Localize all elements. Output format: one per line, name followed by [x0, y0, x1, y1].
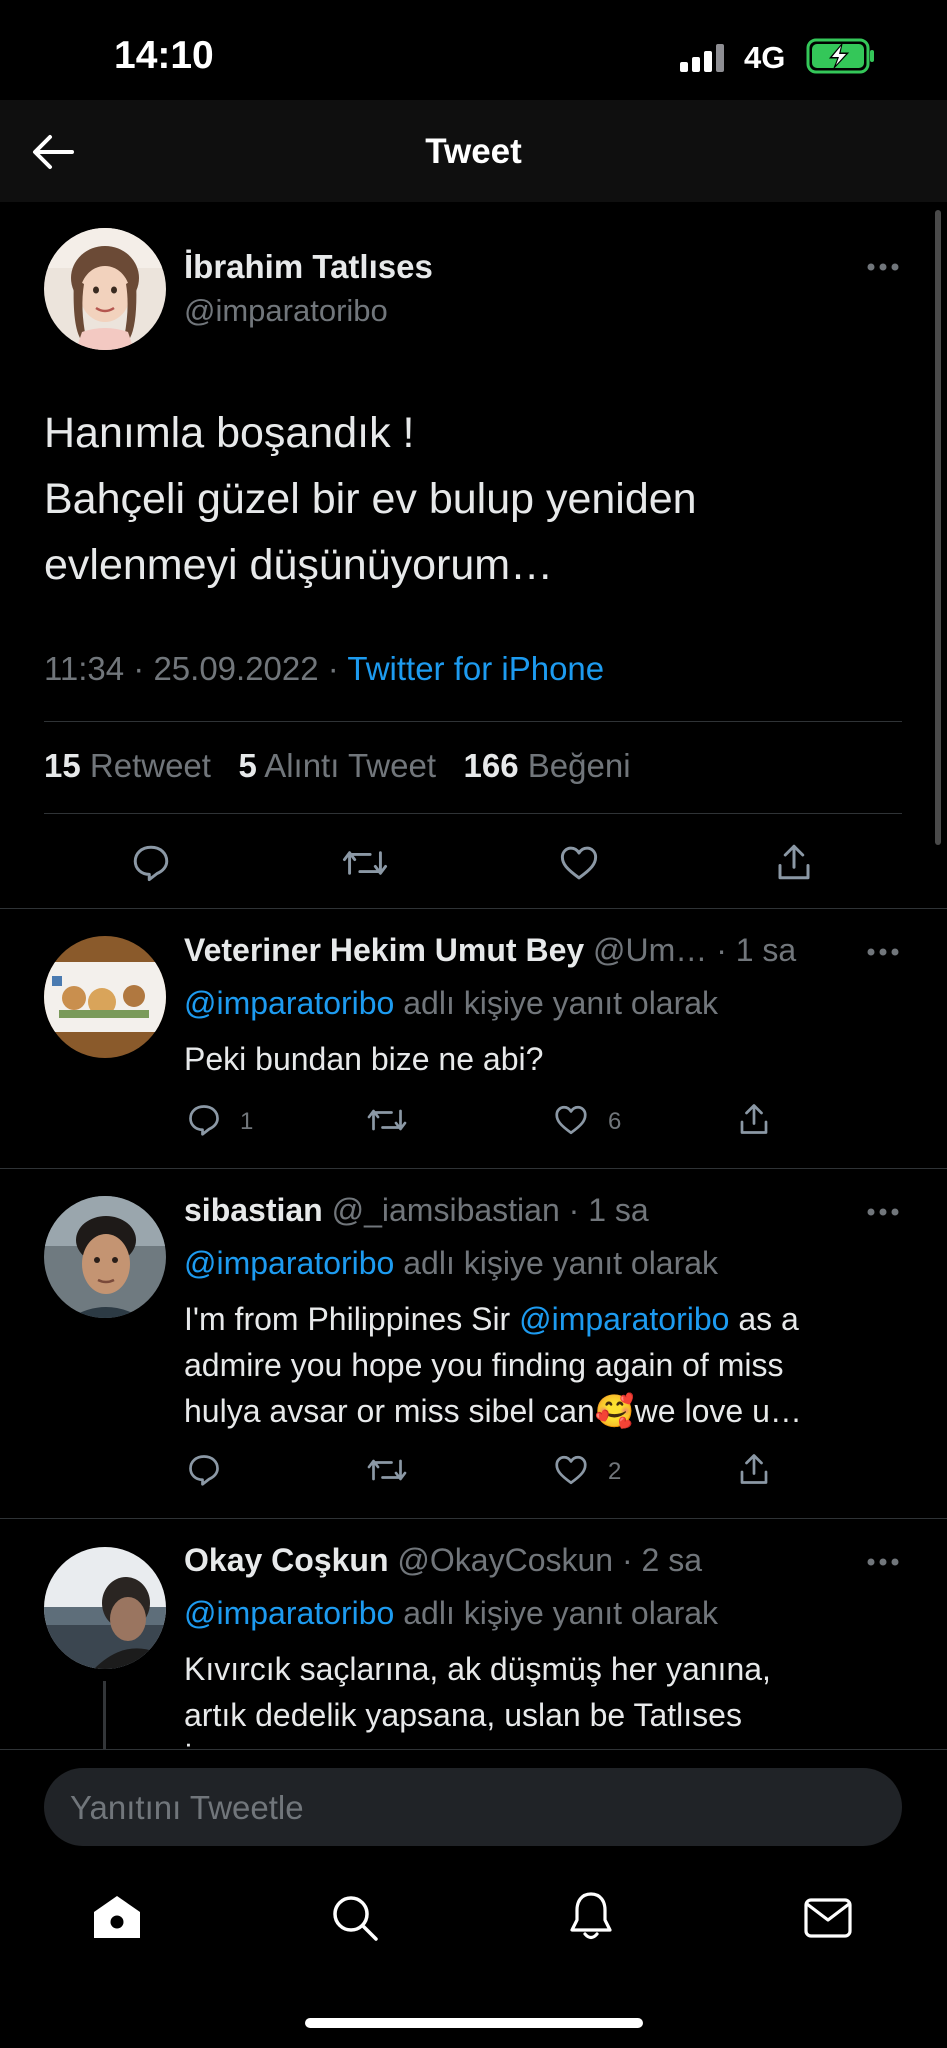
reply-author-meta[interactable]: @Um… · 1 sa [593, 932, 796, 968]
author-avatar[interactable] [44, 228, 166, 350]
reply-header: Okay Coşkun @OkayCoskun · 2 sa [184, 1542, 702, 1579]
notifications-icon[interactable] [568, 1890, 614, 1942]
tweet-timestamp: 11:34 · 25.09.2022 · [44, 650, 348, 687]
status-time: 14:10 [114, 34, 214, 77]
page-title: Tweet [425, 132, 522, 171]
reply-text: Peki bundan bize ne abi? [184, 1041, 544, 1077]
reply-author-name[interactable]: Veteriner Hekim Umut Bey [184, 932, 584, 968]
reply-icon[interactable] [186, 1102, 222, 1138]
reply-count: 1 [240, 1108, 254, 1135]
network-type: 4G [744, 40, 786, 75]
mention-link[interactable]: @imparatoribo [519, 1301, 729, 1337]
search-icon[interactable] [331, 1894, 379, 1942]
divider [44, 813, 902, 814]
quote-stat[interactable]: 5 Alıntı Tweet [238, 747, 436, 784]
reply-icon[interactable] [186, 1452, 222, 1488]
mention-link[interactable]: @imparatoribo [184, 1245, 394, 1281]
reply-avatar[interactable] [44, 936, 166, 1058]
more-options-icon[interactable] [866, 1207, 900, 1217]
signal-icon [680, 44, 730, 72]
reply-3-clip: Okay Coşkun @OkayCoskun · 2 sa @imparato… [0, 1519, 947, 1749]
tweet-line: evlenmeyi düşünüyorum… [44, 541, 554, 589]
more-options-icon[interactable] [866, 947, 900, 957]
home-icon[interactable] [92, 1894, 142, 1940]
like-icon[interactable] [558, 842, 600, 884]
messages-icon[interactable] [804, 1898, 852, 1938]
tweet-stats: 15 Retweet 5 Alıntı Tweet 166 Beğeni [44, 747, 631, 785]
more-options-icon[interactable] [866, 1557, 900, 1567]
tweet-line: Bahçeli güzel bir ev bulup yeniden [44, 475, 697, 523]
share-icon[interactable] [736, 1450, 772, 1488]
like-count: 6 [608, 1108, 622, 1135]
divider [0, 1168, 947, 1169]
like-count: 2 [608, 1458, 622, 1485]
reply-header: sibastian @_iamsibastian · 1 sa [184, 1192, 649, 1229]
home-indicator[interactable] [305, 2018, 643, 2028]
share-icon[interactable] [736, 1100, 772, 1138]
reply-icon[interactable] [130, 842, 172, 884]
more-options-icon[interactable] [866, 262, 900, 272]
mention-link[interactable]: @imparatoribo [184, 985, 394, 1021]
divider [44, 721, 902, 722]
scrollbar[interactable] [935, 210, 941, 845]
tweet-source-link[interactable]: Twitter for iPhone [347, 650, 604, 687]
battery-icon [806, 38, 876, 74]
retweet-icon[interactable] [366, 1452, 408, 1488]
thread-line [103, 1681, 106, 1749]
replying-to: @imparatoribo adlı kişiye yanıt olarak [184, 1595, 719, 1631]
tweet-meta: 11:34 · 25.09.2022 · Twitter for iPhone [44, 650, 604, 688]
reply-avatar[interactable] [44, 1196, 166, 1318]
compose-placeholder: Yanıtını Tweetle [70, 1789, 304, 1826]
retweet-stat[interactable]: 15 Retweet [44, 747, 211, 784]
like-icon[interactable] [553, 1452, 589, 1488]
reply-text: Kıvırcık saçlarına, ak düşmüş her yanına… [184, 1651, 771, 1749]
retweet-icon[interactable] [341, 842, 389, 884]
mention-link[interactable]: @imparatoribo [184, 1595, 394, 1631]
replying-to: @imparatoribo adlı kişiye yanıt olarak [184, 1245, 719, 1281]
share-icon[interactable] [773, 840, 815, 884]
tweet-text: Hanımla boşandık ! Bahçeli güzel bir ev … [44, 400, 904, 598]
reply-author-name[interactable]: sibastian [184, 1192, 323, 1228]
replying-to: @imparatoribo adlı kişiye yanıt olarak [184, 985, 719, 1021]
like-stat[interactable]: 166 Beğeni [464, 747, 631, 784]
like-icon[interactable] [553, 1102, 589, 1138]
author-handle[interactable]: @imparatoribo [184, 293, 388, 329]
reply-author-meta[interactable]: @_iamsibastian · 1 sa [332, 1192, 649, 1228]
divider [0, 908, 947, 909]
reply-header: Veteriner Hekim Umut Bey @Um… · 1 sa [184, 932, 796, 969]
reply-author-name[interactable]: Okay Coşkun [184, 1542, 389, 1578]
tweet-line: Hanımla boşandık ! [44, 409, 415, 457]
author-name[interactable]: İbrahim Tatlıses [184, 248, 433, 286]
reply-text: I'm from Philippines Sir @imparatoribo a… [184, 1301, 802, 1429]
reply-author-meta[interactable]: @OkayCoskun · 2 sa [397, 1542, 702, 1578]
divider [0, 1749, 947, 1750]
retweet-icon[interactable] [366, 1102, 408, 1138]
reply-avatar[interactable] [44, 1547, 166, 1669]
